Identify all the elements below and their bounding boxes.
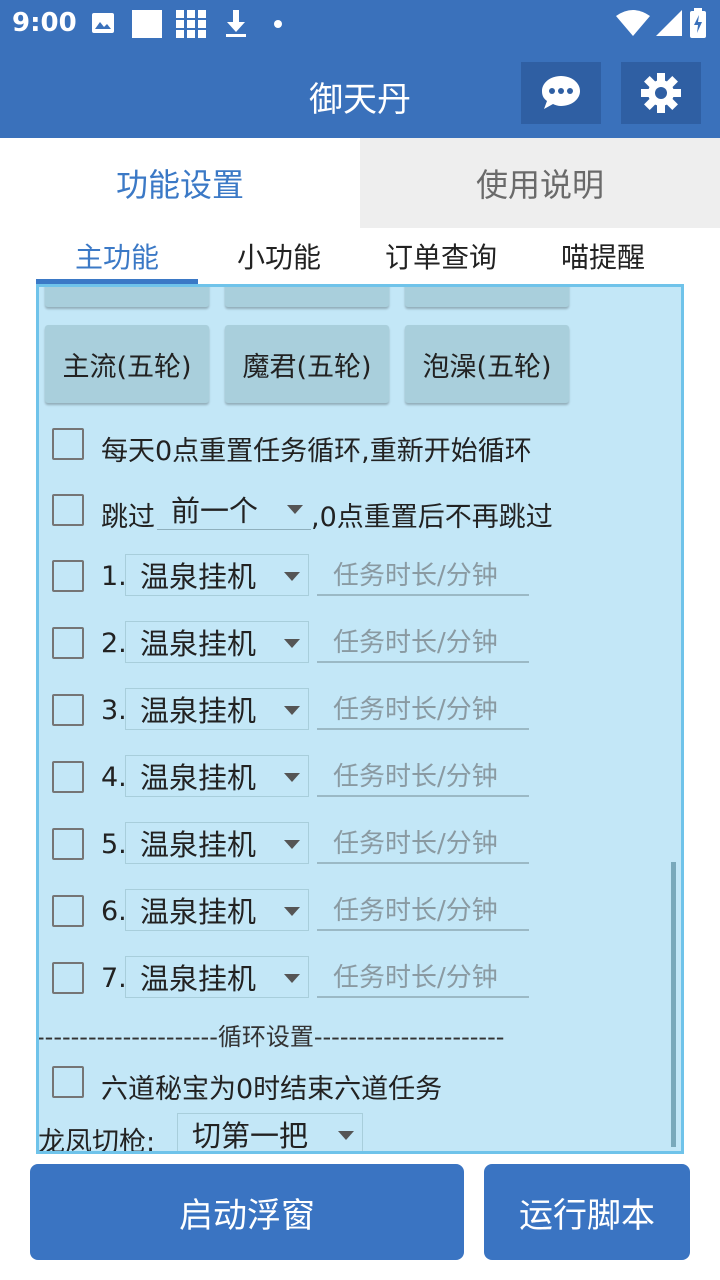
task-select-1[interactable]: 温泉挂机 bbox=[125, 554, 309, 596]
sub-tabs: 主功能 小功能 订单查询 喵提醒 bbox=[36, 228, 684, 284]
mode-button-hidden-3[interactable] bbox=[405, 287, 569, 307]
task-select-6[interactable]: 温泉挂机 bbox=[125, 889, 309, 931]
task-select-3[interactable]: 温泉挂机 bbox=[125, 688, 309, 730]
chevron-down-icon bbox=[284, 706, 300, 715]
task-checkbox-3[interactable] bbox=[52, 694, 84, 726]
dot-icon bbox=[274, 20, 282, 28]
task-duration-input-2[interactable]: 任务时长/分钟 bbox=[317, 619, 529, 663]
task-duration-input-4[interactable]: 任务时长/分钟 bbox=[317, 753, 529, 797]
longfeng-select[interactable]: 切第一把 bbox=[177, 1113, 363, 1153]
task-select-value-2: 温泉挂机 bbox=[140, 627, 257, 661]
tab-features[interactable]: 功能设置 bbox=[0, 138, 360, 228]
settings-button[interactable] bbox=[621, 62, 701, 124]
app-bar: 御天丹 bbox=[0, 48, 720, 138]
subtab-minor[interactable]: 小功能 bbox=[198, 228, 360, 284]
task-index-3: 3. bbox=[101, 695, 127, 726]
signal-icon bbox=[656, 10, 682, 36]
panel-scrollbar[interactable] bbox=[671, 862, 676, 1147]
start-float-window-button[interactable]: 启动浮窗 bbox=[30, 1164, 464, 1260]
task-select-value-3: 温泉挂机 bbox=[140, 694, 257, 728]
chat-bubble-icon bbox=[542, 76, 580, 109]
task-checkbox-2[interactable] bbox=[52, 627, 84, 659]
chevron-down-icon bbox=[284, 773, 300, 782]
task-select-4[interactable]: 温泉挂机 bbox=[125, 755, 309, 797]
square-icon bbox=[132, 10, 162, 38]
chevron-down-icon bbox=[284, 639, 300, 648]
task-duration-input-5[interactable]: 任务时长/分钟 bbox=[317, 820, 529, 864]
task-index-4: 4. bbox=[101, 762, 127, 793]
task-index-7: 7. bbox=[101, 963, 127, 994]
grid-icon bbox=[176, 10, 206, 38]
task-index-1: 1. bbox=[101, 561, 127, 592]
task-select-2[interactable]: 温泉挂机 bbox=[125, 621, 309, 663]
chat-button[interactable] bbox=[521, 62, 601, 124]
daily-reset-label: 每天0点重置任务循环,重新开始循环 bbox=[101, 436, 532, 467]
task-checkbox-4[interactable] bbox=[52, 761, 84, 793]
loop-settings-divider: ---------------------循环设置---------------… bbox=[36, 1023, 505, 1051]
status-bar: 9:00 bbox=[0, 0, 720, 48]
longfeng-select-value: 切第一把 bbox=[192, 1119, 309, 1153]
task-checkbox-7[interactable] bbox=[52, 962, 84, 994]
task-select-value-7: 温泉挂机 bbox=[140, 962, 257, 996]
chevron-down-icon bbox=[287, 505, 303, 514]
subtab-main[interactable]: 主功能 bbox=[36, 228, 198, 284]
image-icon bbox=[92, 13, 114, 33]
gear-icon bbox=[641, 73, 681, 113]
task-checkbox-6[interactable] bbox=[52, 895, 84, 927]
task-select-value-4: 温泉挂机 bbox=[140, 761, 257, 795]
mode-button-bath[interactable]: 泡澡(五轮) bbox=[405, 325, 569, 403]
download-icon bbox=[226, 10, 246, 37]
mode-button-hidden-1[interactable] bbox=[45, 287, 209, 307]
subtab-orders[interactable]: 订单查询 bbox=[360, 228, 522, 284]
wifi-icon bbox=[616, 10, 650, 36]
subtab-remind[interactable]: 喵提醒 bbox=[522, 228, 684, 284]
top-tabs: 功能设置 使用说明 bbox=[0, 138, 720, 228]
skip-checkbox[interactable] bbox=[52, 494, 84, 526]
tab-instructions[interactable]: 使用说明 bbox=[360, 138, 720, 228]
task-select-value-1: 温泉挂机 bbox=[140, 560, 257, 594]
mode-button-mainstream[interactable]: 主流(五轮) bbox=[45, 325, 209, 403]
chevron-down-icon bbox=[284, 840, 300, 849]
task-index-5: 5. bbox=[101, 829, 127, 860]
main-panel[interactable]: 主流(五轮) 魔君(五轮) 泡澡(五轮) 每天0点重置任务循环,重新开始循环 跳… bbox=[36, 284, 684, 1154]
liudao-label: 六道秘宝为0时结束六道任务 bbox=[101, 1074, 443, 1105]
task-select-7[interactable]: 温泉挂机 bbox=[125, 956, 309, 998]
longfeng-label: 龙凤切枪: bbox=[38, 1127, 156, 1154]
skip-suffix: ,0点重置后不再跳过 bbox=[311, 502, 553, 533]
task-duration-input-7[interactable]: 任务时长/分钟 bbox=[317, 954, 529, 998]
task-index-2: 2. bbox=[101, 628, 127, 659]
skip-select-value: 前一个 bbox=[171, 493, 259, 528]
chevron-down-icon bbox=[284, 907, 300, 916]
task-duration-input-6[interactable]: 任务时长/分钟 bbox=[317, 887, 529, 931]
task-checkbox-1[interactable] bbox=[52, 560, 84, 592]
chevron-down-icon bbox=[338, 1131, 354, 1140]
skip-select[interactable]: 前一个 bbox=[157, 488, 311, 530]
liudao-checkbox[interactable] bbox=[52, 1066, 84, 1098]
chevron-down-icon bbox=[284, 572, 300, 581]
mode-button-mojun[interactable]: 魔君(五轮) bbox=[225, 325, 389, 403]
run-script-button[interactable]: 运行脚本 bbox=[484, 1164, 690, 1260]
daily-reset-checkbox[interactable] bbox=[52, 428, 84, 460]
battery-icon bbox=[690, 8, 706, 38]
mode-button-hidden-2[interactable] bbox=[225, 287, 389, 307]
chevron-down-icon bbox=[284, 974, 300, 983]
task-select-value-5: 温泉挂机 bbox=[140, 828, 257, 862]
task-index-6: 6. bbox=[101, 896, 127, 927]
task-checkbox-5[interactable] bbox=[52, 828, 84, 860]
task-duration-input-1[interactable]: 任务时长/分钟 bbox=[317, 552, 529, 596]
task-select-value-6: 温泉挂机 bbox=[140, 895, 257, 929]
task-duration-input-3[interactable]: 任务时长/分钟 bbox=[317, 686, 529, 730]
status-time: 9:00 bbox=[12, 8, 77, 38]
app-title: 御天丹 bbox=[309, 80, 411, 120]
task-select-5[interactable]: 温泉挂机 bbox=[125, 822, 309, 864]
skip-label: 跳过 bbox=[101, 502, 155, 533]
